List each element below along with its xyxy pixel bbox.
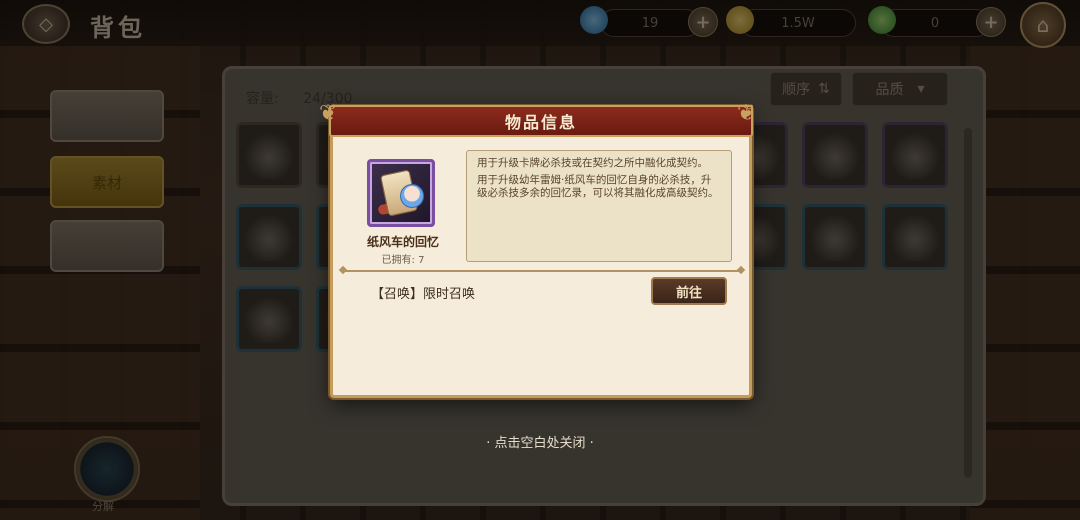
description-line: 用于升级卡牌必杀技或在契约之所中融化成契约。 [477,157,708,169]
item-info-dialog: 物品信息 ❦ ❦ 纸风车的回忆 已拥有: 7 用于升级卡牌必杀技或在契约之所中融… [319,101,755,398]
corner-ornament-left-icon: ❦ [319,101,338,126]
item-description: 用于升级卡牌必杀技或在契约之所中融化成契约。 用于升级幼年雷姆·纸风车的回忆自身… [466,150,732,262]
dialog-header: 物品信息 [329,105,753,137]
dialog-title: 物品信息 [504,113,577,132]
item-icon [367,159,435,227]
go-button-label: 前往 [675,285,702,301]
item-owned-count: 已拥有: 7 [381,255,425,266]
description-line: 用于升级幼年雷姆·纸风车的回忆自身的必杀技，升级必杀技多余的回忆录，可以将其融化… [477,174,719,199]
go-button[interactable]: 前往 [651,277,727,305]
close-hint: · 点击空白处关闭 · [486,436,594,451]
chibi-character-icon [400,184,424,208]
corner-ornament-right-icon: ❦ [737,101,756,126]
divider [343,270,741,272]
obtain-source: 【召唤】限时召唤 [371,287,476,302]
item-name: 纸风车的回忆 [366,235,439,249]
